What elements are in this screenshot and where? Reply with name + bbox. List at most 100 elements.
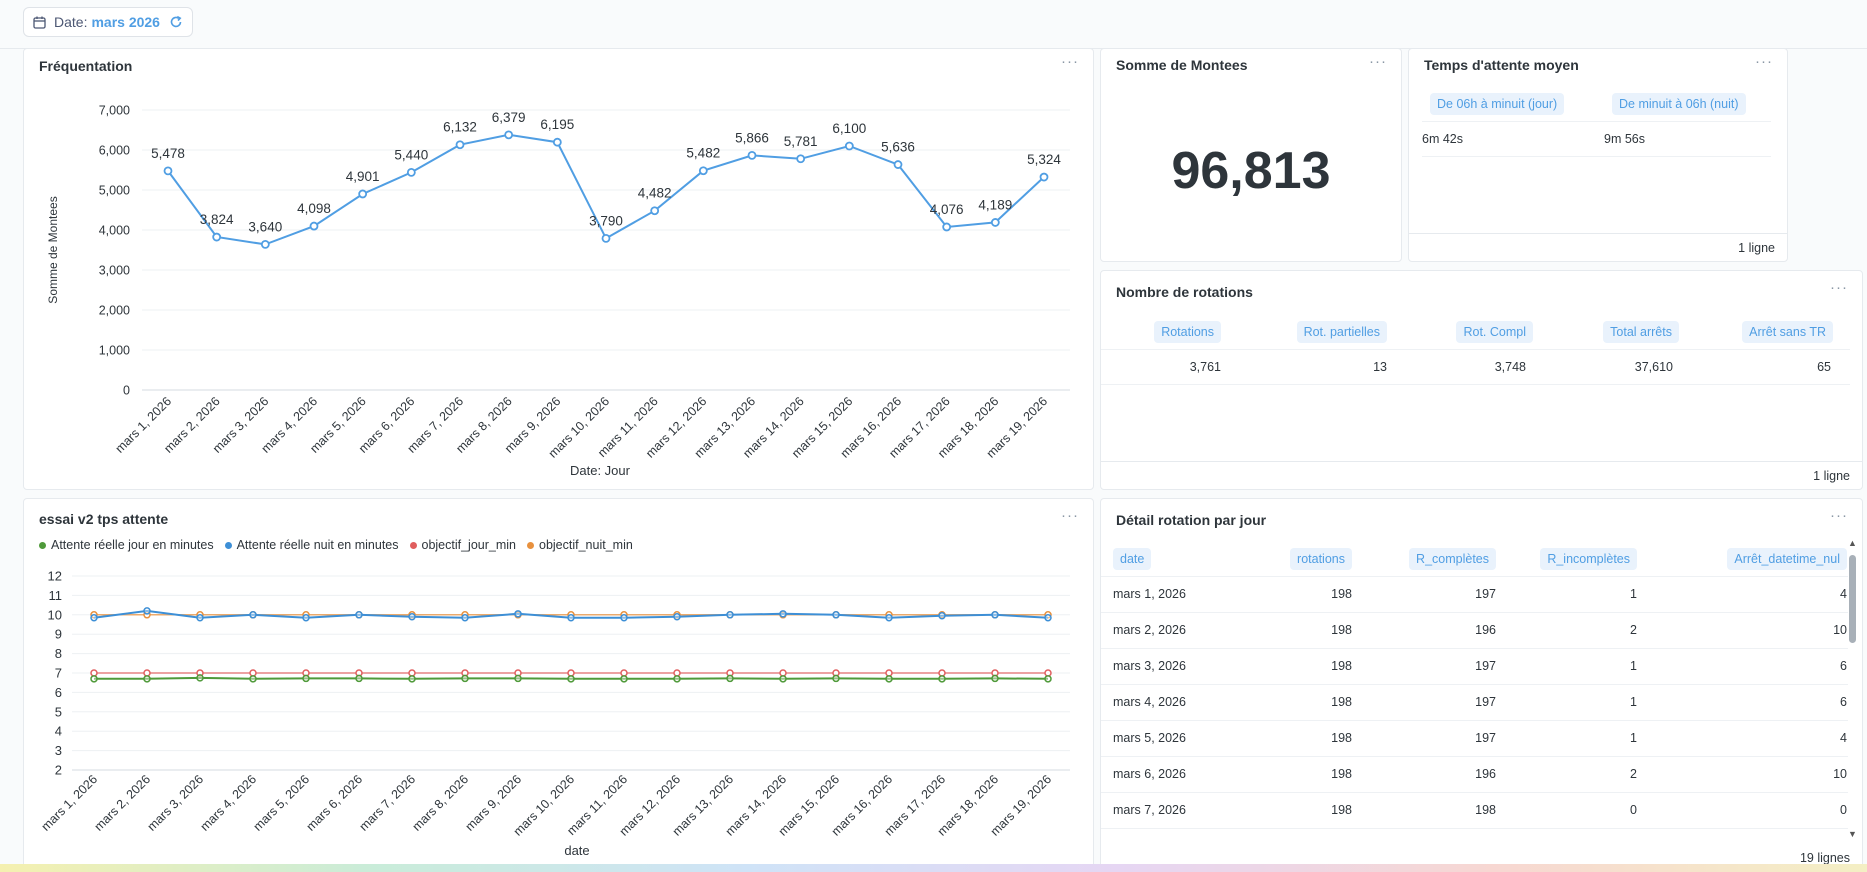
data-point	[455, 140, 465, 150]
scalar-value: 96,813	[1171, 142, 1331, 200]
detail-rotation-card: Détail rotation par jour ··· date rotati…	[1100, 498, 1863, 872]
data-label: 3,824	[200, 212, 234, 227]
data-point	[514, 610, 522, 618]
table-row: mars 2, 2026 198 196 2 10	[1101, 612, 1848, 649]
column-header[interactable]: R_incomplètes	[1540, 547, 1637, 570]
data-label: 6,132	[443, 120, 477, 135]
table-cell: 6m 42s	[1422, 131, 1463, 146]
data-point	[991, 611, 999, 619]
date-filter-value[interactable]: mars 2026	[91, 14, 160, 30]
column-header[interactable]: De 06h à minuit (jour)	[1430, 93, 1565, 115]
card-menu-button[interactable]: ···	[1369, 53, 1387, 70]
data-label: 5,866	[735, 130, 769, 145]
table-cell: mars 5, 2026	[1113, 731, 1186, 745]
data-point	[673, 675, 681, 683]
column-header[interactable]: Arrêt sans TR	[1742, 320, 1833, 343]
y-tick-label: 7	[55, 666, 62, 681]
data-point	[461, 613, 469, 622]
table-cell: mars 3, 2026	[1113, 659, 1186, 673]
data-point	[1044, 675, 1052, 683]
column-header[interactable]: Rot. Compl	[1456, 320, 1533, 343]
scroll-thumb[interactable]	[1849, 555, 1856, 643]
column-header[interactable]: Rot. partielles	[1296, 320, 1387, 343]
data-label: 5,781	[784, 134, 818, 149]
data-point	[249, 611, 257, 619]
table-row: mars 7, 2026 198 198 0 0	[1101, 792, 1848, 829]
data-point	[163, 166, 173, 176]
data-point	[309, 221, 319, 231]
data-point	[143, 607, 151, 615]
card-title: Temps d'attente moyen	[1424, 57, 1579, 73]
scrollbar[interactable]: ▲ ▼	[1848, 539, 1857, 839]
table-cell: 198	[1331, 731, 1352, 745]
table-cell: 1	[1630, 587, 1637, 601]
data-point	[601, 233, 611, 243]
data-point	[260, 239, 270, 249]
table-cell: 9m 56s	[1604, 131, 1645, 146]
data-point	[991, 674, 999, 683]
temps-attente-card: Temps d'attente moyen ··· De 06h à minui…	[1408, 48, 1788, 262]
table-cell: 3,761	[1189, 359, 1221, 374]
data-point	[1039, 172, 1049, 182]
table-cell: 198	[1331, 767, 1352, 781]
date-filter-widget[interactable]: Date: mars 2026	[23, 7, 193, 37]
table-cell: mars 1, 2026	[1113, 587, 1186, 601]
data-point	[726, 674, 734, 683]
table-cell: 198	[1331, 803, 1352, 817]
row-count: 19 lignes	[1799, 851, 1850, 865]
data-point	[747, 150, 757, 160]
table-cell: 13	[1373, 359, 1387, 374]
data-point	[832, 611, 840, 619]
table-cell: 10	[1833, 623, 1847, 637]
y-tick-label: 5	[55, 704, 62, 719]
table-cell: 6	[1840, 659, 1847, 673]
column-header[interactable]: R_complètes	[1409, 547, 1496, 570]
table-cell: 196	[1475, 623, 1496, 637]
table-cell: 2	[1630, 623, 1637, 637]
table-cell: 1	[1630, 731, 1637, 745]
column-header[interactable]: Rotations	[1154, 320, 1221, 343]
data-point	[355, 611, 363, 619]
table-cell: mars 7, 2026	[1113, 803, 1186, 817]
data-point	[504, 130, 514, 140]
data-point	[885, 675, 893, 683]
data-label: 5,482	[686, 146, 720, 161]
table-row: mars 3, 2026 198 197 1 6	[1101, 648, 1848, 685]
scroll-up-icon[interactable]: ▲	[1848, 539, 1857, 548]
table-cell: 197	[1475, 659, 1496, 673]
column-header[interactable]: De minuit à 06h (nuit)	[1612, 93, 1746, 115]
column-header[interactable]: date	[1113, 547, 1152, 570]
data-label: 3,640	[248, 219, 282, 234]
data-label: 5,636	[881, 140, 915, 155]
table-cell: mars 4, 2026	[1113, 695, 1186, 709]
y-tick-label: 7,000	[99, 104, 130, 118]
column-header[interactable]: Arrêt_datetime_nul	[1727, 547, 1847, 570]
y-tick-label: 4,000	[99, 224, 130, 238]
column-header[interactable]: rotations	[1290, 547, 1352, 570]
rotations-card: Nombre de rotations ··· Rotations Rot. p…	[1100, 270, 1863, 490]
data-point	[779, 610, 787, 618]
card-menu-button[interactable]: ···	[1830, 507, 1848, 524]
column-header[interactable]: Total arrêts	[1603, 320, 1679, 343]
reset-filter-icon[interactable]	[169, 15, 183, 29]
y-tick-label: 12	[48, 569, 62, 584]
data-point	[552, 137, 562, 147]
essai-tps-attente-card: essai v2 tps attente ··· Attente réelle …	[23, 498, 1094, 872]
scroll-down-icon[interactable]: ▼	[1848, 830, 1857, 839]
card-menu-button[interactable]: ···	[1755, 53, 1773, 70]
card-menu-button[interactable]: ···	[1830, 279, 1848, 296]
card-title: Somme de Montees	[1116, 57, 1248, 73]
data-point	[143, 675, 151, 683]
y-tick-label: 5,000	[99, 184, 130, 198]
data-label: 5,324	[1027, 152, 1061, 167]
table-cell: 1	[1630, 695, 1637, 709]
filter-bar: Date: mars 2026	[0, 0, 1867, 49]
data-point	[461, 674, 469, 683]
table-cell: 10	[1833, 767, 1847, 781]
calendar-icon	[33, 16, 46, 29]
data-point	[514, 674, 522, 683]
y-tick-label: 6	[55, 685, 62, 700]
table-cell: 4	[1840, 731, 1847, 745]
table-cell: 0	[1840, 803, 1847, 817]
data-label: 4,098	[297, 201, 331, 216]
